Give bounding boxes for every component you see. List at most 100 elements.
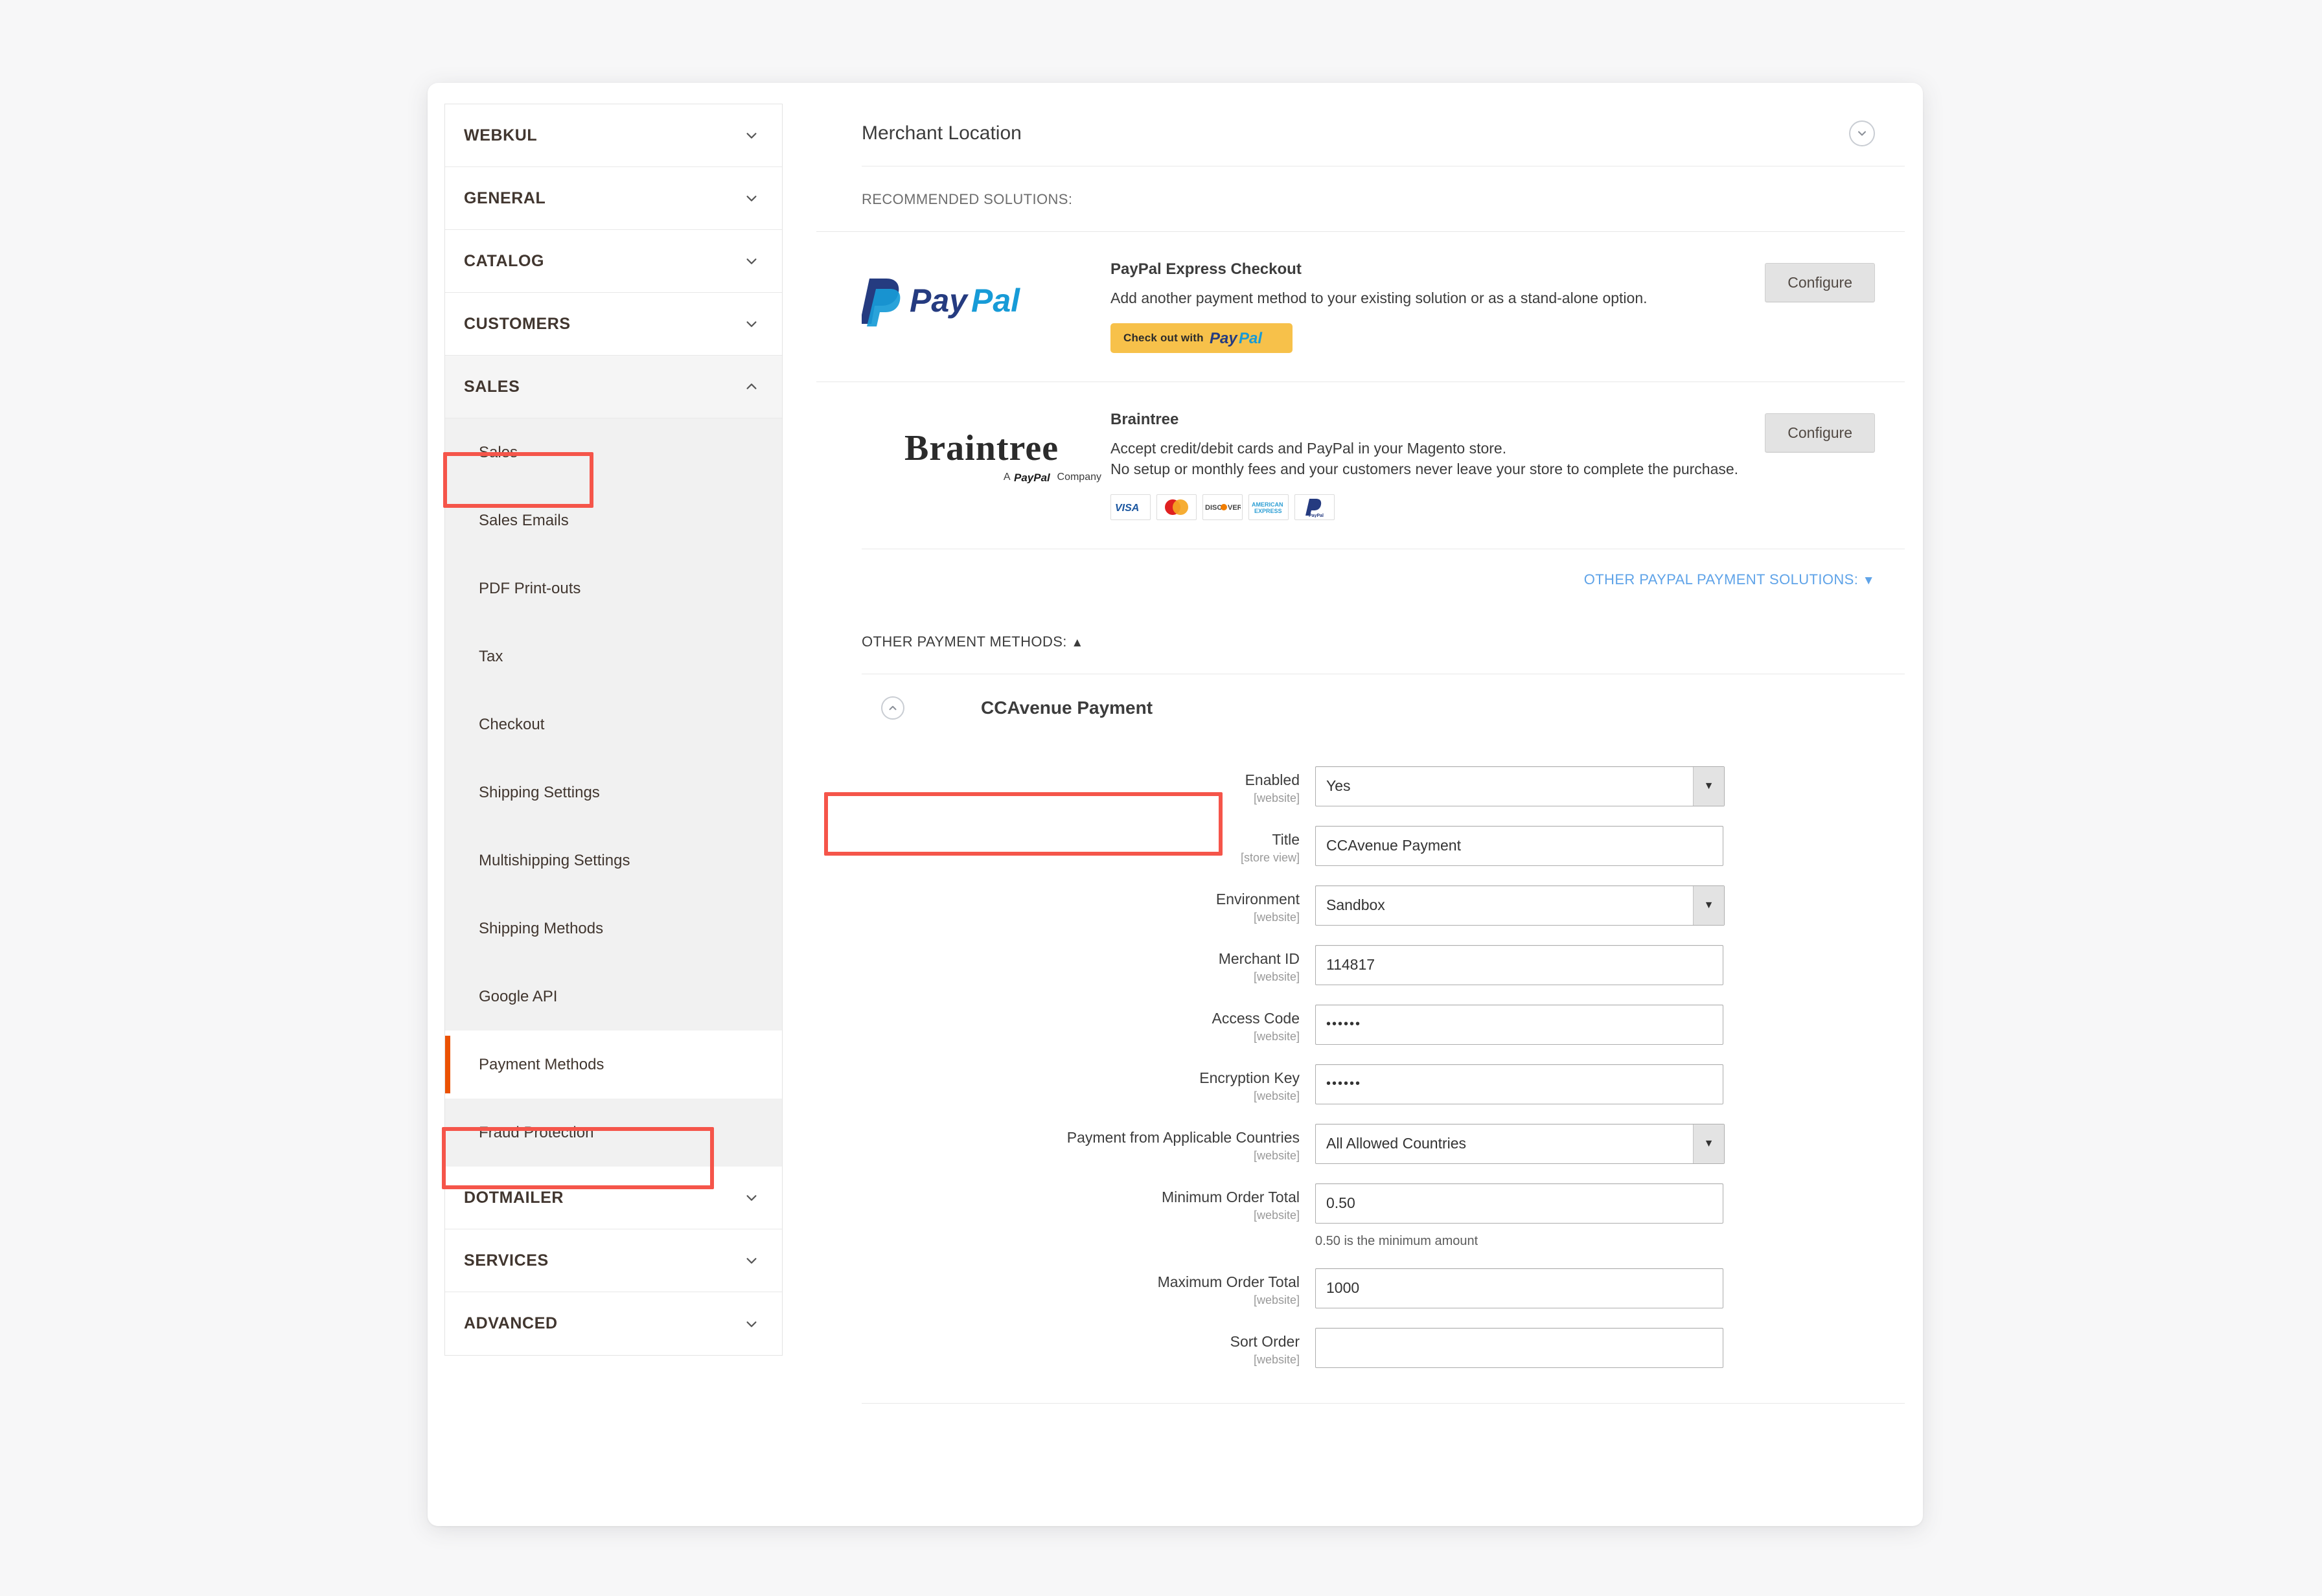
field-label-sort-order: Sort Order [website] [862,1328,1315,1367]
other-paypal-solutions-label: OTHER PAYPAL PAYMENT SOLUTIONS: [1583,571,1859,587]
chevron-down-icon[interactable]: ▼ [1693,766,1724,806]
sidebar-item-label: Google API [479,987,558,1005]
ccavenue-form: Enabled [website] Yes ▼ Title [store vie… [862,742,1905,1403]
applicable-countries-select[interactable]: All Allowed Countries [1315,1123,1725,1164]
svg-text:Pay: Pay [1210,330,1238,347]
chevron-down-icon [744,1191,759,1205]
sidebar-item-pdf-printouts[interactable]: PDF Print-outs [445,554,782,622]
solution-row-braintree: Braintree A PayPal Company Braintree Acc… [816,381,1905,549]
title-input-value: CCAvenue Payment [1326,837,1461,854]
title-input[interactable]: CCAvenue Payment [1315,825,1723,866]
field-label-text: Maximum Order Total [1157,1273,1300,1290]
configure-braintree-button[interactable]: Configure [1765,413,1875,453]
braintree-sublogo: A PayPal Company [862,472,1101,483]
caret-down-icon: ▼ [1862,573,1875,587]
admin-config-panel: WEBKUL GENERAL CATALOG CUSTOMERS SALES S… [428,83,1923,1526]
merchant-location-header[interactable]: Merchant Location [816,102,1905,166]
checkout-with-paypal-button[interactable]: Check out with Pay Pal [1110,323,1293,353]
sidebar-item-label: Sales [479,443,518,461]
accepted-cards-list: VISA DISC VER [1110,494,1765,520]
paypal-tiny-wordmark-icon: PayPal [1014,472,1051,483]
merchant-id-input[interactable]: 114817 [1315,944,1723,985]
chevron-down-icon [744,1317,759,1331]
chevron-down-icon[interactable]: ▼ [1693,885,1724,925]
sidebar-section-webkul[interactable]: WEBKUL [445,104,782,167]
sort-order-input[interactable] [1315,1327,1723,1368]
encryption-key-input-value: •••••• [1326,1077,1362,1091]
field-scope-text: [website] [1253,1353,1300,1367]
visa-card-icon: VISA [1110,494,1151,520]
environment-select-value: Sandbox [1326,896,1385,914]
svg-text:Pal: Pal [971,284,1020,319]
sidebar-item-label: Sales Emails [479,511,569,529]
sidebar-section-label: DOTMAILER [464,1188,564,1207]
sidebar-section-dotmailer[interactable]: DOTMAILER [445,1167,782,1229]
field-scope-text: [website] [1253,1209,1300,1222]
ccavenue-accordion-header[interactable]: CCAvenue Payment [862,674,1905,742]
applicable-countries-select-value: All Allowed Countries [1326,1135,1467,1152]
field-label-maximum-order-total: Maximum Order Total [website] [862,1268,1315,1307]
sidebar-item-tax[interactable]: Tax [445,622,782,690]
sidebar-item-sales-emails[interactable]: Sales Emails [445,486,782,554]
field-row-enabled: Enabled [website] Yes ▼ [862,766,1905,806]
svg-text:PayPal: PayPal [1309,514,1324,518]
svg-text:Pay: Pay [910,284,969,319]
sidebar-item-label: Multishipping Settings [479,851,630,869]
sidebar-sales-subitems: Sales Sales Emails PDF Print-outs Tax Ch… [445,418,782,1167]
field-scope-text: [website] [1253,911,1300,924]
access-code-input[interactable]: •••••• [1315,1004,1723,1045]
sidebar-item-sales[interactable]: Sales [445,418,782,486]
paypal-description: Add another payment method to your exist… [1110,290,1648,306]
environment-select[interactable]: Sandbox [1315,885,1725,926]
other-payment-methods-row[interactable]: OTHER PAYMENT METHODS: ▲ [816,610,1905,674]
sidebar-section-advanced[interactable]: ADVANCED [445,1292,782,1355]
other-paypal-solutions-row: OTHER PAYPAL PAYMENT SOLUTIONS: ▼ [862,548,1905,610]
sidebar-item-shipping-methods[interactable]: Shipping Methods [445,895,782,963]
merchant-id-input-value: 114817 [1326,956,1375,974]
sidebar-section-general[interactable]: GENERAL [445,167,782,230]
field-label-text: Access Code [1212,1009,1300,1027]
sidebar-item-shipping-settings[interactable]: Shipping Settings [445,758,782,826]
paypal-logo: Pay Pal [862,260,1101,326]
field-label-access-code: Access Code [website] [862,1005,1315,1043]
encryption-key-input[interactable]: •••••• [1315,1064,1723,1104]
sidebar-item-label: Shipping Settings [479,783,600,801]
config-content: Merchant Location RECOMMENDED SOLUTIONS: [816,102,1905,1404]
sidebar-item-label: Shipping Methods [479,919,604,937]
sidebar-item-payment-methods[interactable]: Payment Methods [445,1031,782,1099]
sidebar-item-google-api[interactable]: Google API [445,963,782,1031]
divider [862,1402,1905,1404]
sidebar-section-customers[interactable]: CUSTOMERS [445,293,782,356]
sidebar-section-sales[interactable]: SALES [445,356,782,418]
sidebar-item-label: Fraud Protection [479,1123,594,1141]
braintree-sub-suffix: Company [1057,471,1101,483]
enabled-select[interactable]: Yes [1315,766,1725,806]
svg-text:Pal: Pal [1239,330,1263,347]
chevron-down-circle-icon[interactable] [1849,120,1875,146]
maximum-order-total-input[interactable]: 1000 [1315,1268,1723,1308]
braintree-wordmark: Braintree [904,428,1059,468]
sidebar-item-multishipping-settings[interactable]: Multishipping Settings [445,826,782,895]
braintree-description-line1: Accept credit/debit cards and PayPal in … [1110,439,1507,457]
braintree-logo: Braintree A PayPal Company [862,411,1101,483]
field-label-text: Environment [1215,890,1300,907]
field-label-encryption-key: Encryption Key [website] [862,1064,1315,1103]
field-scope-text: [website] [1253,792,1300,805]
sidebar-item-fraud-protection[interactable]: Fraud Protection [445,1099,782,1167]
sidebar-section-services[interactable]: SERVICES [445,1229,782,1292]
field-label-text: Merchant ID [1218,950,1300,967]
american-express-card-icon: AMERICAN EXPRESS [1248,494,1289,520]
other-paypal-solutions-link[interactable]: OTHER PAYPAL PAYMENT SOLUTIONS: ▼ [1584,571,1875,587]
field-label-minimum-order-total: Minimum Order Total [website] [862,1183,1315,1222]
other-payment-methods-label: OTHER PAYMENT METHODS: [862,633,1067,650]
configure-paypal-button[interactable]: Configure [1765,263,1875,302]
field-row-title: Title [store view] CCAvenue Payment [862,825,1905,866]
sidebar-item-checkout[interactable]: Checkout [445,690,782,758]
paypal-wordmark-icon: Pay Pal [910,284,1020,319]
chevron-down-icon[interactable]: ▼ [1693,1124,1724,1163]
field-label-text: Sort Order [1230,1332,1300,1350]
minimum-order-total-input[interactable]: 0.50 [1315,1183,1723,1224]
field-label-text: Title [1272,830,1300,848]
sidebar-section-label: SALES [464,377,520,396]
sidebar-section-catalog[interactable]: CATALOG [445,230,782,293]
